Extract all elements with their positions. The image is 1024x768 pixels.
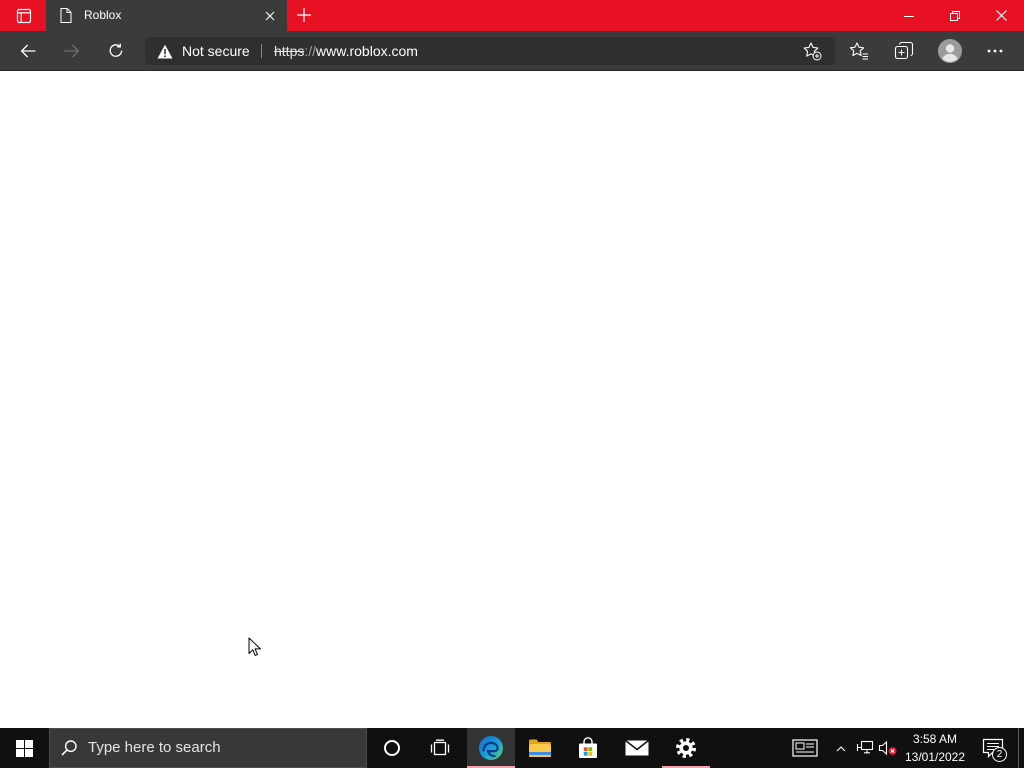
network-icon (856, 740, 874, 754)
news-icon (792, 739, 818, 757)
notification-count-badge: 2 (992, 747, 1007, 762)
address-separator (261, 44, 262, 58)
task-view-button[interactable] (416, 728, 464, 768)
url-scheme: https (274, 43, 305, 59)
volume-button[interactable] (877, 728, 899, 768)
mouse-pointer-icon (248, 637, 261, 656)
settings-gear-icon (676, 738, 696, 758)
restore-icon (950, 10, 960, 21)
tab-actions-button[interactable] (6, 0, 42, 31)
tab-title: Roblox (84, 8, 122, 22)
mail-icon (625, 739, 649, 756)
collections-icon (894, 41, 914, 60)
tab-roblox[interactable]: Roblox (46, 0, 287, 31)
news-button[interactable] (786, 728, 824, 768)
taskbar-search-box[interactable]: Type here to search (49, 728, 367, 768)
forward-button[interactable] (54, 33, 90, 69)
search-icon-wrap (57, 729, 81, 767)
clock-time: 3:58 AM (912, 732, 958, 746)
page-icon (60, 8, 72, 23)
page-content[interactable] (0, 71, 1024, 728)
screen: Roblox Not secure https://www.roblox.com… (0, 0, 1024, 768)
star-plus-icon (803, 42, 822, 61)
more-button[interactable] (977, 33, 1013, 69)
cortana-icon (384, 740, 400, 756)
url-text[interactable]: https://www.roblox.com (274, 37, 418, 65)
taskbar-clock[interactable]: 3:58 AM 13/01/2022 (899, 728, 971, 768)
volume-muted-icon (878, 740, 897, 756)
mail-button[interactable] (613, 728, 661, 768)
search-placeholder: Type here to search (88, 739, 221, 756)
address-bar[interactable]: Not secure https://www.roblox.com (145, 37, 835, 65)
profile-avatar-icon (938, 39, 962, 63)
restore-button[interactable] (932, 0, 978, 31)
back-arrow-icon (20, 44, 36, 58)
taskbar-edge-button[interactable] (467, 728, 515, 768)
show-desktop-button[interactable] (1018, 728, 1024, 768)
windows-logo-icon (15, 739, 33, 757)
tab-strip: Roblox (0, 0, 1024, 31)
search-icon (61, 740, 77, 756)
tab-actions-icon (16, 8, 32, 23)
close-icon (265, 11, 275, 21)
back-button[interactable] (10, 33, 46, 69)
tab-close-button[interactable] (260, 6, 280, 26)
edge-icon (479, 736, 503, 760)
cortana-button[interactable] (368, 728, 416, 768)
forward-arrow-icon (64, 44, 80, 58)
show-hidden-icons-button[interactable] (830, 728, 852, 768)
refresh-icon (109, 43, 123, 57)
browser-toolbar: Not secure https://www.roblox.com (0, 31, 1024, 71)
new-tab-button[interactable] (290, 1, 318, 29)
tab-favicon (54, 0, 78, 31)
taskbar: Type here to search 3:58 AM 13/01/2022 2 (0, 728, 1024, 768)
url-host: www.roblox.com (316, 43, 418, 59)
store-button[interactable] (564, 728, 612, 768)
network-button[interactable] (854, 728, 876, 768)
file-explorer-icon (529, 739, 551, 757)
start-button[interactable] (0, 728, 48, 768)
plus-icon (297, 8, 311, 22)
favorites-icon (849, 42, 868, 60)
security-label[interactable]: Not secure (182, 37, 250, 65)
refresh-button[interactable] (98, 33, 134, 69)
settings-button[interactable] (662, 728, 710, 768)
close-icon (995, 10, 1007, 21)
store-icon (579, 737, 597, 758)
site-info-button[interactable] (151, 37, 179, 65)
profile-button[interactable] (932, 33, 968, 69)
minimize-icon (904, 15, 914, 17)
chevron-up-icon (836, 745, 846, 751)
close-window-button[interactable] (978, 0, 1024, 31)
warning-icon (157, 44, 173, 58)
url-separator: :// (304, 43, 317, 59)
clock-date: 13/01/2022 (904, 750, 966, 764)
favorites-button[interactable] (841, 33, 877, 69)
notification-center-button[interactable]: 2 (972, 728, 1014, 768)
minimize-button[interactable] (886, 0, 932, 31)
task-view-icon (430, 739, 450, 756)
file-explorer-button[interactable] (516, 728, 564, 768)
collections-button[interactable] (886, 33, 922, 69)
add-favorite-button[interactable] (796, 37, 828, 65)
more-dots-icon (987, 49, 1003, 53)
